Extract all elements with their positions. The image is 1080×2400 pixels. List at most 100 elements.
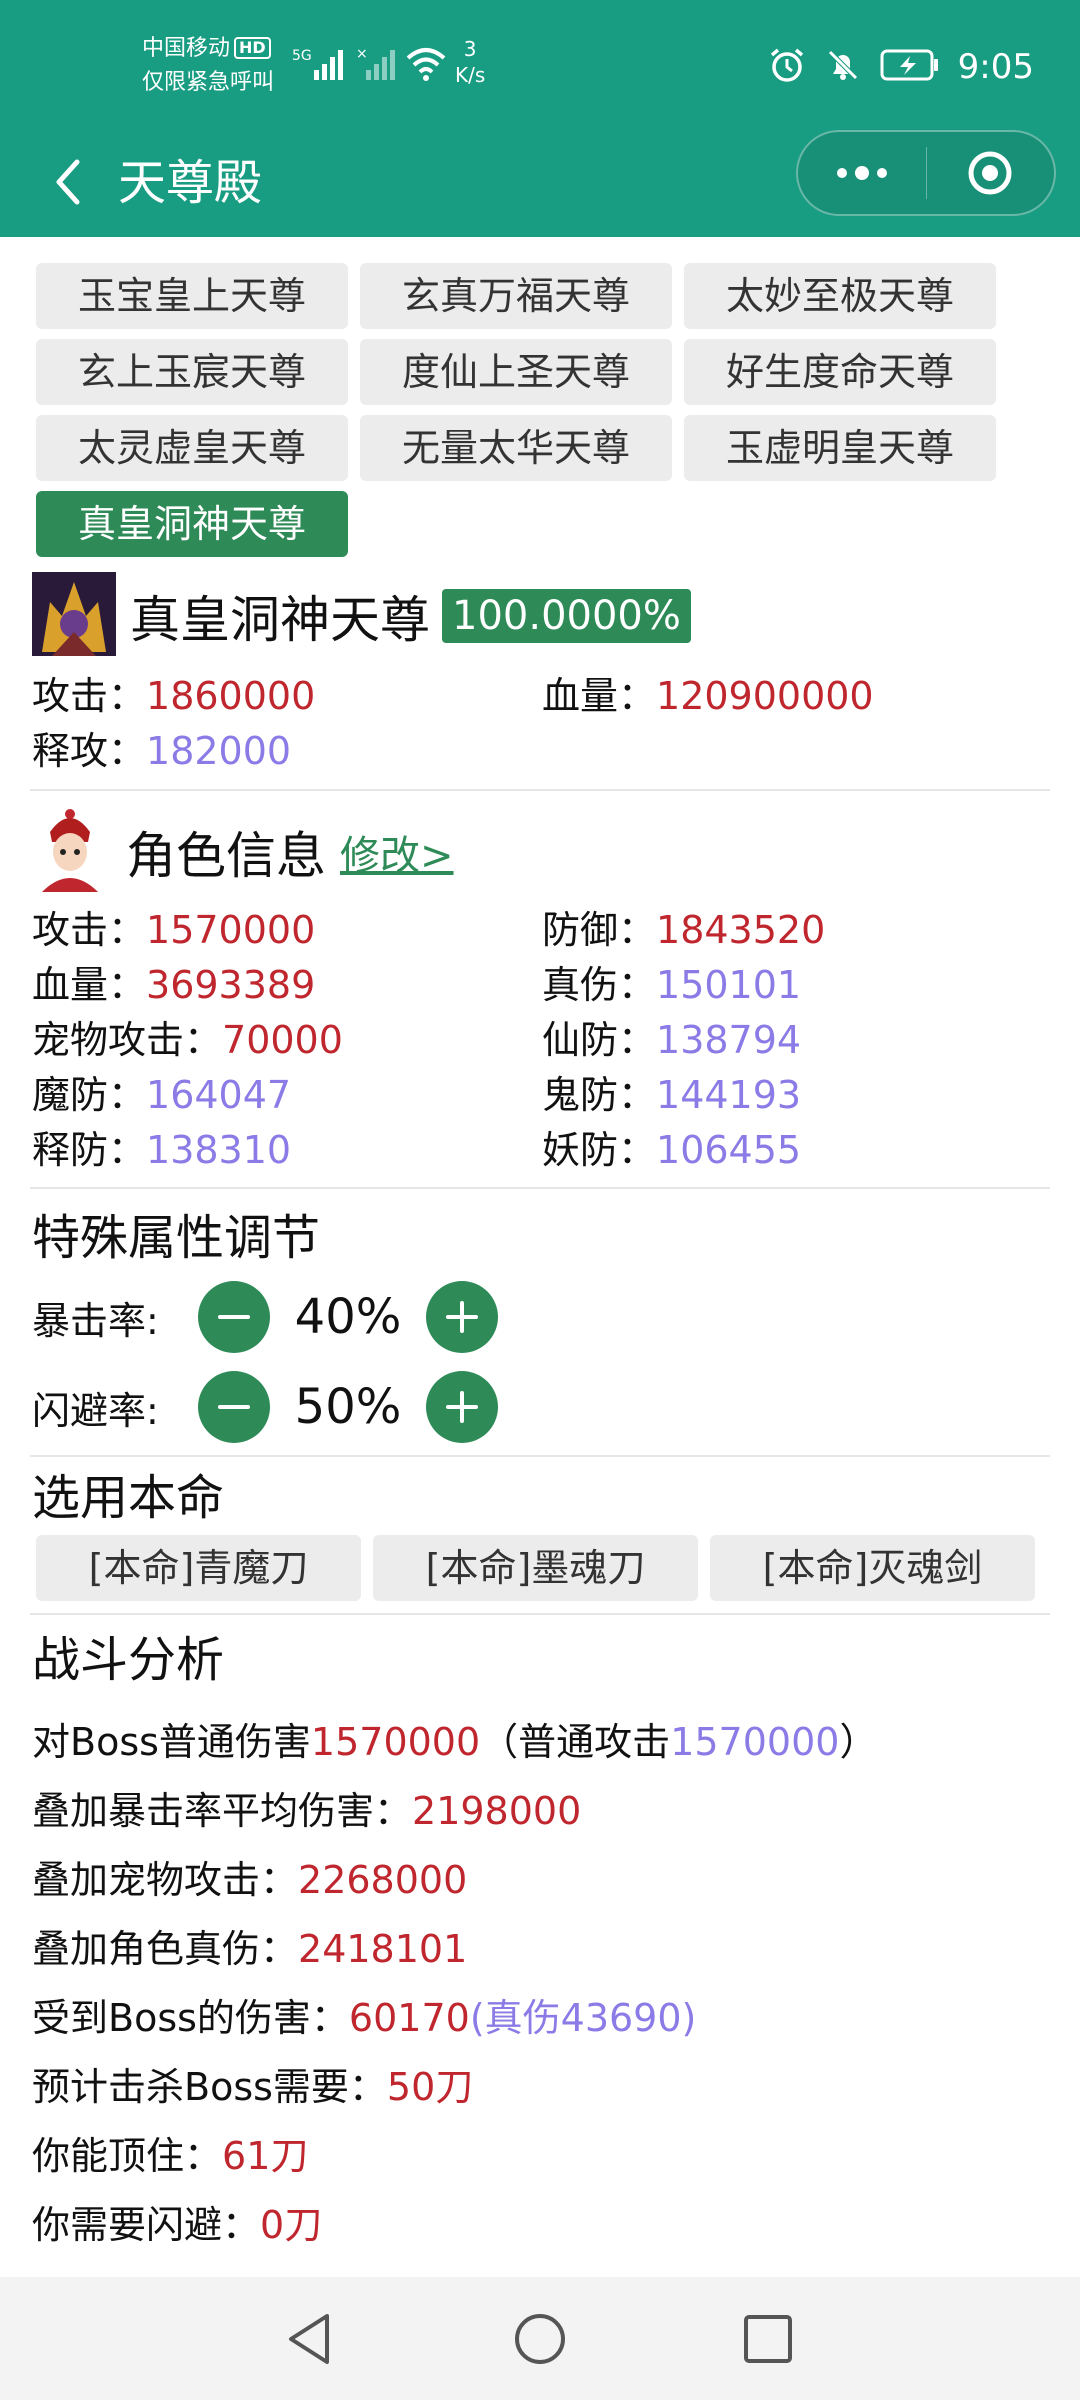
stat-value: 1570000: [146, 908, 316, 952]
back-arrow-icon[interactable]: [38, 152, 98, 212]
analysis-text: （普通攻击: [480, 1720, 671, 1764]
circle-home-icon: [515, 2314, 565, 2364]
special-attr-title: 特殊属性调节: [32, 1210, 321, 1266]
stat-label: 妖防：: [542, 1128, 657, 1172]
square-recents-icon: [744, 2315, 792, 2363]
boss-attack-label: 攻击：: [32, 674, 147, 718]
nav-home-button[interactable]: [508, 2307, 572, 2371]
crit-decrease-button[interactable]: [198, 1281, 270, 1353]
weapon-option-2[interactable]: [本命]墨魂刀: [373, 1535, 698, 1601]
minus-icon: [218, 1315, 250, 1319]
analysis-value: 61刀: [222, 2134, 309, 2178]
stat-value: 150101: [656, 963, 802, 1007]
stat-label: 攻击：: [32, 908, 147, 952]
close-mini-program-button[interactable]: [926, 132, 1054, 214]
stat-value: 138310: [146, 1128, 292, 1172]
role-stat-ghost-def: 鬼防：144193: [542, 1070, 801, 1120]
divider-1: [30, 789, 1050, 791]
dodge-increase-button[interactable]: [426, 1371, 498, 1443]
boss-skill-value: 182000: [146, 729, 292, 773]
role-stat-hp: 血量：3693389: [32, 960, 315, 1010]
crit-increase-button[interactable]: [426, 1281, 498, 1353]
nav-recents-button[interactable]: [736, 2307, 800, 2371]
signal-no-service-icon: ×: [356, 44, 396, 88]
tab-boss-2[interactable]: 玄真万福天尊: [360, 263, 672, 329]
role-stat-immortal-def: 仙防：138794: [542, 1015, 801, 1065]
analysis-value: (真伤43690): [469, 1996, 697, 2040]
role-stat-attack: 攻击：1570000: [32, 905, 315, 955]
role-header: 角色信息 修改>: [32, 807, 454, 897]
stat-label: 防御：: [542, 908, 657, 952]
analysis-text: 你能顶住：: [32, 2134, 223, 2178]
analysis-text: 对Boss普通伤害: [32, 1720, 311, 1764]
tab-boss-4[interactable]: 玄上玉宸天尊: [36, 339, 348, 405]
boss-header: 真皇洞神天尊 100.0000%: [32, 572, 691, 660]
boss-attack: 攻击：1860000: [32, 671, 315, 721]
crit-rate-adjuster: 暴击率: 40%: [32, 1281, 498, 1353]
role-stat-defense: 防御：1843520: [542, 905, 825, 955]
divider-3: [30, 1455, 1050, 1457]
tab-boss-1[interactable]: 玉宝皇上天尊: [36, 263, 348, 329]
analysis-value: 50刀: [386, 2065, 474, 2109]
analysis-text: 预计击杀Boss需要：: [32, 2065, 387, 2109]
net-speed-value: 3: [463, 37, 477, 61]
tab-boss-6[interactable]: 好生度命天尊: [684, 339, 996, 405]
tab-boss-7[interactable]: 太灵虚皇天尊: [36, 415, 348, 481]
stat-value: 138794: [656, 1018, 802, 1062]
stat-value: 144193: [656, 1073, 802, 1117]
stat-label: 宠物攻击：: [32, 1018, 223, 1062]
mini-program-capsule: [796, 130, 1056, 216]
tab-boss-3[interactable]: 太妙至极天尊: [684, 263, 996, 329]
tab-boss-5[interactable]: 度仙上圣天尊: [360, 339, 672, 405]
analysis-dodge-needed: 你需要闪避：0刀: [32, 2200, 322, 2250]
boss-hp-label: 血量：: [542, 674, 657, 718]
weapon-option-3[interactable]: [本命]灭魂剑: [710, 1535, 1035, 1601]
role-title: 角色信息: [126, 827, 326, 885]
nav-back-button[interactable]: [278, 2307, 342, 2371]
role-stat-demon-def: 魔防：164047: [32, 1070, 291, 1120]
analysis-text: 叠加宠物攻击：: [32, 1858, 299, 1902]
analysis-kill-hits: 预计击杀Boss需要：50刀: [32, 2062, 473, 2112]
dodge-rate-value: 50%: [294, 1379, 402, 1435]
analysis-crit-avg: 叠加暴击率平均伤害：2198000: [32, 1786, 581, 1836]
boss-avatar-icon: [32, 572, 116, 660]
analysis-pet-attack: 叠加宠物攻击：2268000: [32, 1855, 467, 1905]
minus-icon: [218, 1405, 250, 1409]
analysis-text: 你需要闪避：: [32, 2203, 261, 2247]
battle-analysis-title: 战斗分析: [32, 1632, 225, 1688]
more-options-button[interactable]: [798, 132, 926, 214]
tab-boss-8[interactable]: 无量太华天尊: [360, 415, 672, 481]
analysis-survive-hits: 你能顶住：61刀: [32, 2131, 308, 2181]
tab-boss-10-active[interactable]: 真皇洞神天尊: [36, 491, 348, 557]
crit-rate-label: 暴击率:: [32, 1298, 159, 1343]
analysis-true-damage: 叠加角色真伤：2418101: [32, 1924, 467, 1974]
carrier-name: 中国移动: [142, 36, 231, 61]
app-header: 中国移动 HD 仅限紧急呼叫 5G × 3 K/s 9:05 天尊殿: [0, 0, 1080, 237]
stat-value: 164047: [146, 1073, 292, 1117]
net-speed-unit: K/s: [455, 63, 486, 87]
stat-label: 仙防：: [542, 1018, 657, 1062]
role-avatar-icon: [32, 808, 108, 896]
stat-label: 真伤：: [542, 963, 657, 1007]
weapon-option-1[interactable]: [本命]青魔刀: [36, 1535, 361, 1601]
dodge-decrease-button[interactable]: [198, 1371, 270, 1443]
tab-boss-9[interactable]: 玉虚明皇天尊: [684, 415, 996, 481]
edit-role-link[interactable]: 修改>: [340, 823, 454, 881]
analysis-value: 1570000: [310, 1720, 481, 1764]
role-stat-monster-def: 妖防：106455: [542, 1125, 801, 1175]
stat-value: 106455: [656, 1128, 802, 1172]
stat-label: 魔防：: [32, 1073, 147, 1117]
role-stat-true-damage: 真伤：150101: [542, 960, 801, 1010]
boss-percent-badge: 100.0000%: [442, 589, 691, 643]
stat-value: 70000: [222, 1018, 343, 1062]
alarm-icon: [768, 46, 806, 88]
crit-rate-value: 40%: [294, 1289, 402, 1345]
boss-skill: 释攻：182000: [32, 726, 291, 776]
analysis-text: 叠加暴击率平均伤害：: [32, 1789, 413, 1833]
clock: 9:05: [957, 47, 1034, 87]
boss-hp-value: 120900000: [656, 674, 874, 718]
dodge-rate-label: 闪避率:: [32, 1388, 159, 1433]
stat-value: 3693389: [146, 963, 316, 1007]
main-content: 玉宝皇上天尊 玄真万福天尊 太妙至极天尊 玄上玉宸天尊 度仙上圣天尊 好生度命天…: [0, 237, 1080, 2277]
analysis-damage-taken: 受到Boss的伤害：60170(真伤43690): [32, 1993, 696, 2043]
